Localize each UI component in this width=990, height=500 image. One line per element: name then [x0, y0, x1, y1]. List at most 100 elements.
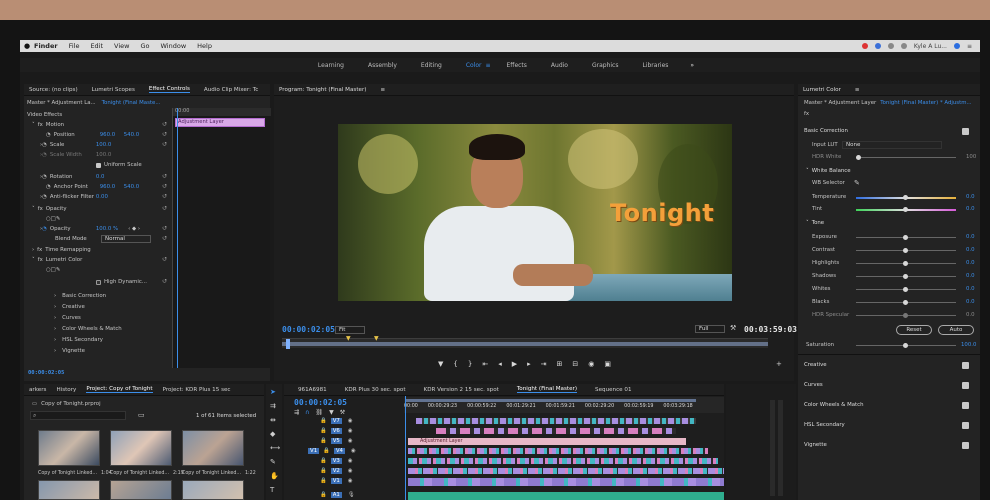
track-select-icon[interactable]: ⇉: [270, 402, 276, 410]
project-thumbnail[interactable]: [182, 430, 244, 466]
whites-slider[interactable]: [856, 287, 956, 292]
tab-history[interactable]: History: [56, 387, 76, 393]
slip-tool-icon[interactable]: ⟷: [270, 444, 280, 452]
timeline-ruler[interactable]: 00:00 00:00:29:23 00:00:59:22 00:01:29:2…: [404, 397, 724, 413]
basic-correction-header[interactable]: Basic Correction: [804, 126, 848, 136]
chevron-right-icon[interactable]: ›: [32, 247, 34, 253]
hdr-specular-value[interactable]: 0.0: [966, 310, 975, 320]
marker-icon[interactable]: ▼: [374, 335, 379, 342]
tab-color[interactable]: Color: [466, 62, 482, 69]
goto-in-icon[interactable]: ⇤: [482, 360, 488, 368]
exposure-value[interactable]: 0.0: [966, 232, 975, 242]
source-patch-label[interactable]: V1: [308, 448, 320, 454]
mark-in-icon[interactable]: {: [453, 360, 457, 368]
sub-basic-correction[interactable]: › Basic Correction: [54, 291, 106, 301]
clip-track-v6[interactable]: [436, 428, 676, 434]
hsl-secondary-checkbox[interactable]: [962, 422, 969, 429]
marker-add-icon[interactable]: ▼: [329, 409, 334, 416]
menu-go[interactable]: Go: [140, 42, 149, 50]
exposure-slider[interactable]: [856, 235, 956, 240]
shadows-value[interactable]: 0.0: [966, 271, 975, 281]
tab-effects[interactable]: Effects: [507, 62, 527, 69]
tab-audio[interactable]: Audio: [551, 62, 568, 69]
color-wheels-checkbox[interactable]: [962, 402, 969, 409]
reset-icon[interactable]: ↺: [162, 131, 167, 138]
tint-slider[interactable]: [856, 207, 956, 212]
marker-icon[interactable]: ▼: [346, 335, 351, 342]
curves-checkbox[interactable]: [962, 382, 969, 389]
hsl-secondary-section[interactable]: HSL Secondary: [804, 420, 845, 430]
uniform-scale-row[interactable]: Uniform Scale: [96, 160, 142, 170]
reset-icon[interactable]: ↺: [162, 173, 167, 180]
goto-out-icon[interactable]: ⇥: [541, 360, 547, 368]
blend-mode-select[interactable]: Normal: [101, 235, 151, 243]
clip-track-v3[interactable]: [408, 458, 718, 464]
mini-playhead[interactable]: [177, 108, 178, 368]
eye-icon[interactable]: ◉: [348, 468, 353, 474]
step-back-icon[interactable]: ◂: [498, 360, 502, 368]
temperature-slider[interactable]: [856, 195, 956, 200]
hdr-specular-slider[interactable]: [856, 313, 956, 318]
tab-graphics[interactable]: Graphics: [592, 62, 619, 69]
program-title[interactable]: Program: Tonight (Final Master): [279, 87, 366, 93]
highlights-value[interactable]: 0.0: [966, 258, 975, 268]
tab-source[interactable]: Source: (no clips): [29, 87, 78, 93]
snap-icon[interactable]: ∩: [305, 409, 309, 416]
quality-select[interactable]: Full: [695, 325, 725, 333]
mark-out-icon[interactable]: }: [468, 360, 472, 368]
master-clip-link[interactable]: Tonight (Final Maste...: [102, 100, 161, 106]
project-thumbnail[interactable]: [110, 430, 172, 466]
overwrite-icon[interactable]: ⊟: [572, 360, 578, 368]
lumetri-effect-row[interactable]: ˅ fx Lumetri Color: [32, 255, 82, 265]
wrench-icon[interactable]: ⚒: [730, 324, 736, 332]
menu-finder[interactable]: Finder: [34, 42, 58, 50]
zoom-select[interactable]: Fit: [335, 326, 365, 334]
menu-file[interactable]: File: [69, 42, 80, 50]
reset-icon[interactable]: ↺: [162, 141, 167, 148]
selection-tool-icon[interactable]: ➤: [270, 388, 276, 396]
mic-icon[interactable]: 🎙: [348, 492, 355, 498]
tab-markers[interactable]: arkers: [29, 387, 46, 393]
clip-track-a1[interactable]: [408, 492, 724, 500]
track-v4[interactable]: V1 🔒 V4 ◉: [308, 446, 356, 456]
project-item[interactable]: Copy of Tonight Linked... 2:19: [110, 468, 184, 478]
stopwatch-active-icon[interactable]: ◔: [42, 226, 47, 232]
chevron-down-icon[interactable]: ˅: [32, 257, 35, 263]
reset-button[interactable]: Reset: [896, 325, 932, 335]
stopwatch-icon[interactable]: ◔: [46, 184, 51, 190]
linked-icon[interactable]: ⛓: [315, 409, 323, 416]
apple-icon[interactable]: ●: [20, 42, 34, 50]
project-thumbnail[interactable]: [182, 480, 244, 500]
position-y-value[interactable]: 540.0: [124, 132, 139, 138]
chevron-down-icon[interactable]: ˅: [32, 206, 35, 212]
highlights-slider[interactable]: [856, 261, 956, 266]
tab-editing[interactable]: Editing: [421, 62, 442, 69]
effect-timecode[interactable]: 00:00:02:05: [28, 370, 64, 376]
tab-seq-kdr-v2[interactable]: KDR Version 2 15 sec. spot: [424, 387, 499, 393]
export-frame-icon[interactable]: ◉: [588, 360, 594, 368]
list-icon[interactable]: ≡: [967, 43, 972, 50]
lumetri-master-clip[interactable]: Tonight (Final Master) * Adjustm...: [880, 100, 971, 106]
eye-icon[interactable]: ◉: [348, 418, 353, 424]
saturation-slider[interactable]: [856, 343, 956, 348]
tab-effect-controls[interactable]: Effect Controls: [148, 86, 190, 93]
dropbox-icon[interactable]: [874, 43, 881, 49]
blacks-value[interactable]: 0.0: [966, 297, 975, 307]
tab-project-kdr[interactable]: Project: KDR Plus 15 sec: [163, 387, 231, 393]
track-a1[interactable]: 🔒 A1 🎙: [308, 490, 355, 500]
stopwatch-icon[interactable]: ◔: [46, 132, 51, 138]
sub-vignette[interactable]: › Vignette: [54, 346, 85, 356]
lumetri-title[interactable]: Lumetri Color: [803, 87, 841, 93]
reset-icon[interactable]: ↺: [162, 205, 167, 212]
hdr-white-value[interactable]: 100: [966, 152, 976, 162]
project-search-input[interactable]: ⌕: [30, 411, 126, 420]
basic-correction-checkbox[interactable]: [962, 128, 969, 135]
tab-assembly[interactable]: Assembly: [368, 62, 397, 69]
program-timecode[interactable]: 00:00:02:05: [282, 325, 335, 334]
siri-icon[interactable]: [953, 43, 960, 49]
ripple-edit-icon[interactable]: ⇹: [270, 416, 276, 424]
tab-learning[interactable]: Learning: [318, 62, 344, 69]
tab-lumetri-scopes[interactable]: Lumetri Scopes: [92, 87, 135, 93]
position-x-value[interactable]: 960.0: [100, 132, 124, 138]
contrast-value[interactable]: 0.0: [966, 245, 975, 255]
